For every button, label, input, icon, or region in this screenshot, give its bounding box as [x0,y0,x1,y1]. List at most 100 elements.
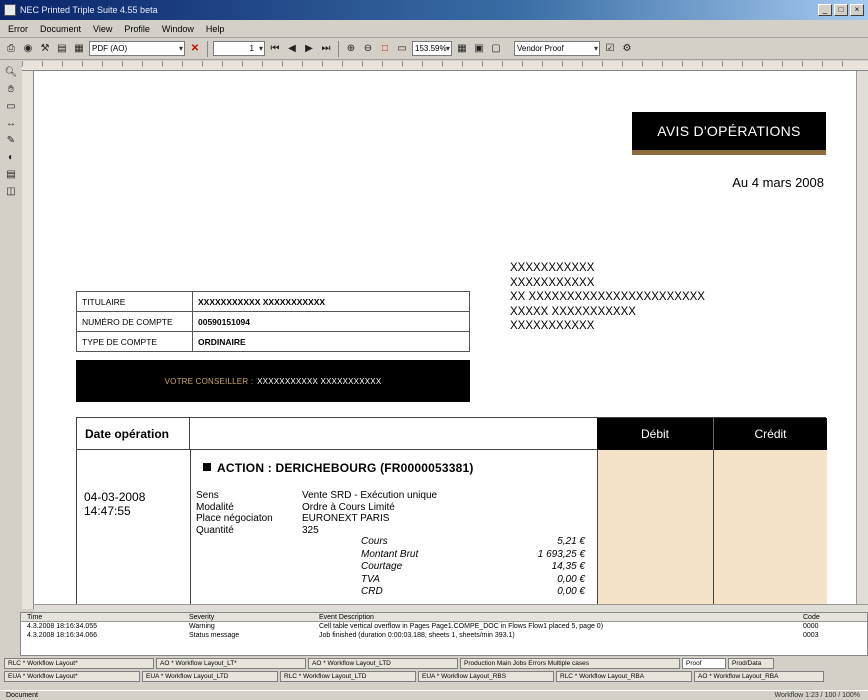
select-tool-icon[interactable]: ▭ [4,99,18,113]
operation-title-text: ACTION : DERICHEBOURG (FR0000053381) [217,461,474,475]
ruler-tick: | [782,61,784,67]
cancel-icon[interactable]: ✕ [188,42,202,56]
log-col-time[interactable]: Time [21,613,189,621]
color-tool-icon[interactable]: ◐ [4,150,18,164]
credit-column [713,450,827,604]
object-tool-icon[interactable]: ◫ [4,184,18,198]
workflow-tab[interactable]: Production Main Jobs Errors Multiple cas… [460,658,680,669]
ruler-tick: | [522,61,524,67]
zoom-out-icon[interactable]: ⊖ [361,42,375,56]
workflow-tab[interactable]: RLC * Workflow Layout_LTD [280,671,416,682]
address-line: XXXXXXXXXXX [510,320,595,332]
workflow-tab[interactable]: AO * Workflow Layout_RBA [694,671,824,682]
note-tool-icon[interactable]: ✎ [4,133,18,147]
zoom-select[interactable]: 153.59% [412,41,452,56]
vertical-scrollbar[interactable] [856,71,868,604]
field-row: Place négociaton EURONEXT PARIS [196,513,582,525]
conseiller-value: XXXXXXXXXXX XXXXXXXXXXX [257,376,382,386]
ruler-tick: | [642,61,644,67]
proof-select[interactable]: Vendor Proof [514,41,600,56]
address-line: XXXXXXXXXXX [510,262,595,274]
log-severity: Warning [189,623,215,630]
workflow-tab-proddata[interactable]: Prod/Data [728,658,774,669]
menu-error[interactable]: Error [6,23,30,35]
document-canvas[interactable]: AVIS D'OPÉRATIONS Au 4 mars 2008 XXXXXXX… [34,71,856,604]
log-row[interactable]: 4.3.2008 18:16:34.066 Status message Job… [21,631,867,640]
workflow-tab[interactable]: AO * Workflow Layout_LT* [156,658,306,669]
field-value: Ordre à Cours Limité [302,501,395,513]
zoom-fit-icon[interactable]: □ [378,42,392,56]
menu-window[interactable]: Window [160,23,196,35]
layers-tool-icon[interactable]: ▤ [4,167,18,181]
ruler-tick: | [542,61,544,67]
amount-label: CRD [361,586,383,597]
first-page-icon[interactable]: ⏮ [268,42,282,56]
workflow-tab[interactable]: RLC * Workflow Layout* [4,658,154,669]
doc-icon[interactable]: ▤ [55,42,69,56]
binoculars-icon[interactable]: ◉ [21,42,35,56]
measure-tool-icon[interactable]: ↔ [4,116,18,130]
header-credit: Crédit [713,418,827,450]
layers-icon[interactable]: ▣ [472,42,486,56]
workflow-tab[interactable]: EUA * Workflow Layout_LTD [142,671,278,682]
amount-row: Cours 5,21 € [361,536,585,549]
horizontal-scrollbar[interactable] [34,604,868,612]
ruler-tick: | [682,61,684,67]
last-page-icon[interactable]: ⏭ [319,42,333,56]
zoom-page-icon[interactable]: ▭ [395,42,409,56]
window-title: NEC Printed Triple Suite 4.55 beta [20,5,158,15]
account-type-value: ORDINAIRE [192,331,470,352]
conseiller-label: VOTRE CONSEILLER : [164,376,254,386]
header-debit: Débit [597,418,713,450]
log-time: 4.3.2008 18:16:34.066 [27,632,98,639]
prev-page-icon[interactable]: ◀ [285,42,299,56]
log-col-description[interactable]: Event Description [319,613,803,621]
minimize-button[interactable]: _ [818,4,832,16]
workflow-tab[interactable]: EUA * Workflow Layout* [4,671,140,682]
hand-tool-icon[interactable]: ✋︎ [4,82,18,96]
field-label: Quantité [196,524,234,536]
close-button[interactable]: × [850,4,864,16]
settings-icon[interactable]: ⚙ [620,42,634,56]
page-select[interactable]: 1 [213,41,265,56]
ruler-tick: | [742,61,744,67]
field-row: Quantité 325 [196,525,582,537]
maximize-button[interactable]: □ [834,4,848,16]
window-icon[interactable]: ▢ [489,42,503,56]
pdf-icon[interactable]: ▦ [72,42,86,56]
zoom-tool-icon[interactable]: 🔍︎ [4,65,18,79]
header-date-operation: Date opération [77,418,190,450]
field-value: Vente SRD - Exécution unique [302,490,438,501]
log-row[interactable]: 4.3.2008 18:16:34.055 Warning Cell table… [21,622,867,631]
ruler-tick: | [242,61,244,67]
ruler-tick: | [502,61,504,67]
check-icon[interactable]: ☑ [603,42,617,56]
amount-label: Montant Brut [361,548,419,560]
workflow-tab[interactable]: AO * Workflow Layout_LTD [308,658,458,669]
menu-profile[interactable]: Profile [122,23,152,35]
operations-table: Date opération Débit Crédit 04-03-2008 1… [76,417,827,604]
log-header: Time Severity Event Description Code [21,613,867,622]
menu-view[interactable]: View [91,23,114,35]
operation-time: 14:47:55 [84,504,131,518]
next-page-icon[interactable]: ▶ [302,42,316,56]
amount-row: CRD 0,00 € [361,586,585,599]
format-select[interactable]: PDF (AO) [89,41,185,56]
zoom-in-icon[interactable]: ⊕ [344,42,358,56]
window-title-bar: NEC Printed Triple Suite 4.55 beta _ □ × [0,0,868,20]
print-icon[interactable]: ⎙ [4,42,18,56]
workflow-tab-proof[interactable]: Proof [682,658,726,669]
grid-icon[interactable]: ▦ [455,42,469,56]
log-col-code[interactable]: Code [803,613,843,621]
log-col-severity[interactable]: Severity [189,613,319,621]
menu-bar: Error Document View Profile Window Help [0,20,868,38]
workflow-tab[interactable]: RLC * Workflow Layout_RBA [556,671,692,682]
ruler-tick: | [802,61,804,67]
workflow-tab[interactable]: EUA * Workflow Layout_RBS [418,671,554,682]
menu-document[interactable]: Document [38,23,83,35]
tools-icon[interactable]: ⚒ [38,42,52,56]
column-divider [190,450,191,604]
ruler-tick: | [302,61,304,67]
operation-fields: Sens Vente SRD - Exécution unique Modalit… [196,490,582,536]
menu-help[interactable]: Help [204,23,227,35]
